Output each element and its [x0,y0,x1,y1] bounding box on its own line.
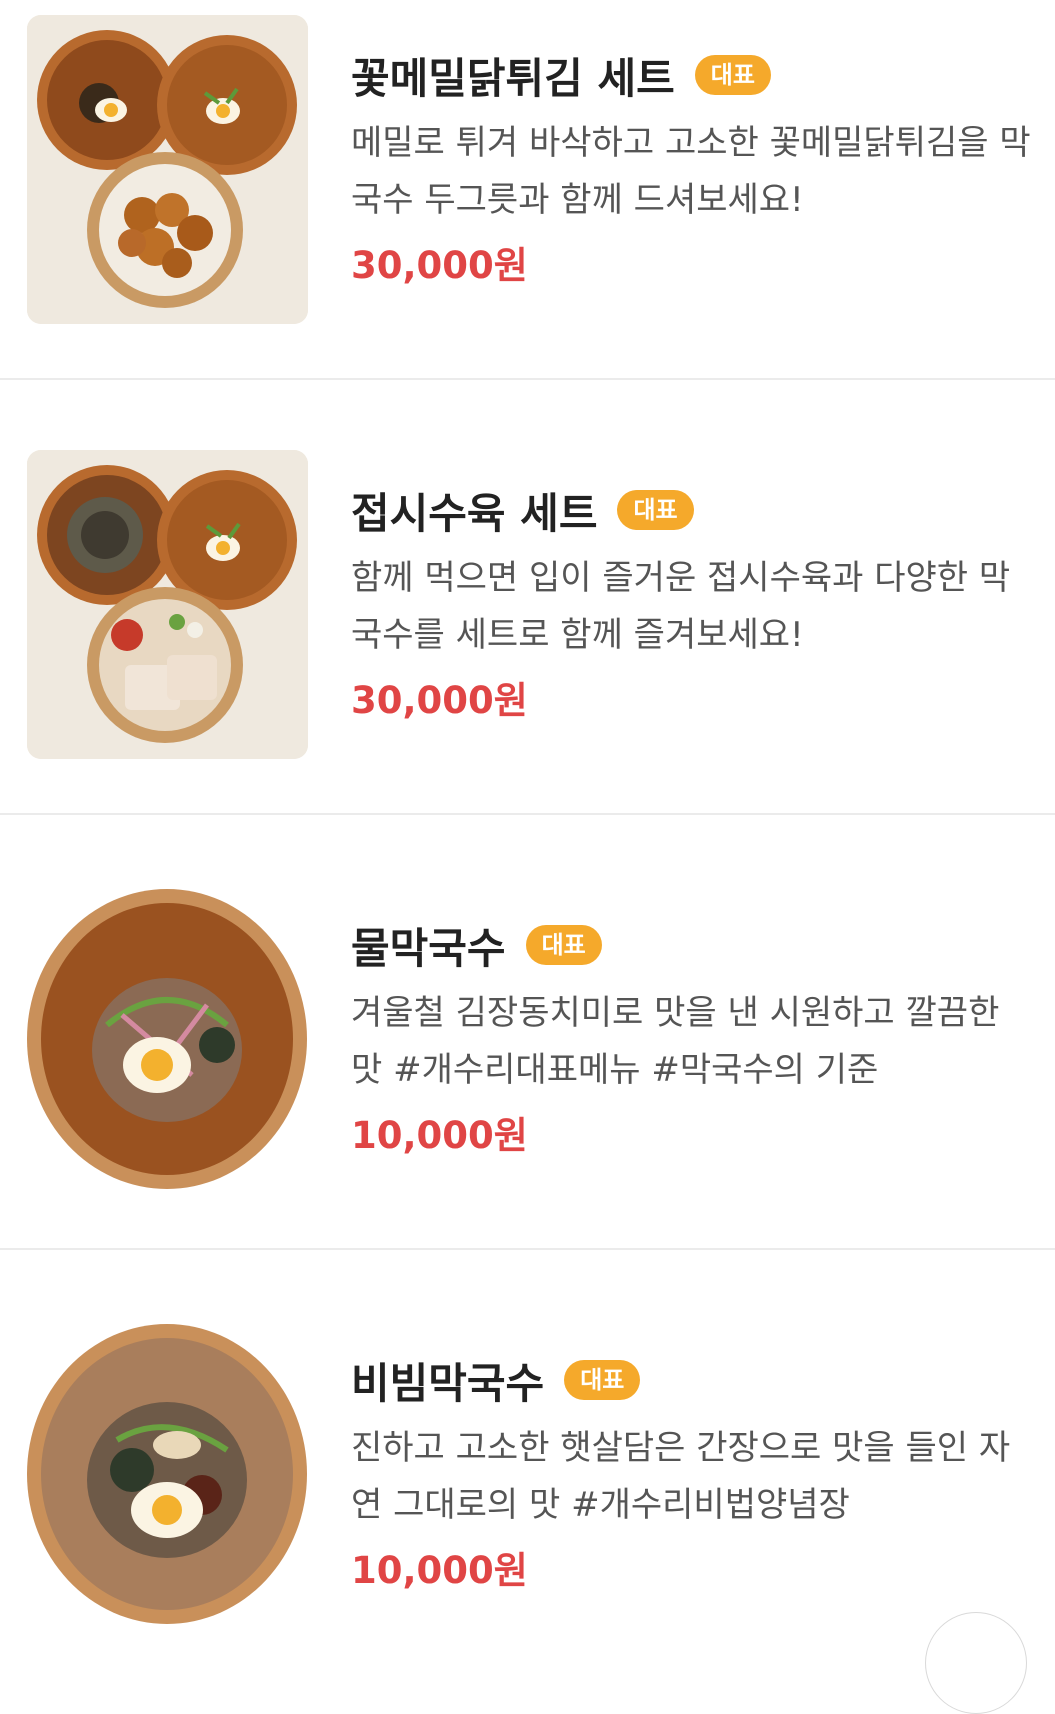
menu-item-title-row: 접시수육 세트 대표 [351,482,694,538]
menu-item-image[interactable] [27,450,308,759]
menu-item-description: 메밀로 튀겨 바삭하고 고소한 꽃메밀닭튀김을 막국수 두그릇과 함께 드셔보세… [351,123,1031,220]
menu-item-title-row: 꽃메밀닭튀김 세트 대표 [351,47,771,103]
menu-item-price: 30,000원 [351,679,528,722]
menu-item-name: 꽃메밀닭튀김 세트 [351,53,675,103]
menu-item-description: 함께 먹으면 입이 즐거운 접시수육과 다양한 막국수를 세트로 함께 즐겨보세… [351,558,1011,655]
menu-item-image[interactable] [27,885,308,1194]
menu-item-description: 진하고 고소한 햇살담은 간장으로 맛을 들인 자연 그대로의 맛 #개수리비법… [351,1428,1011,1525]
signature-badge: 대표 [694,55,771,95]
menu-item-image[interactable] [27,15,308,324]
scroll-to-top-button[interactable] [925,1612,1027,1714]
signature-badge: 대표 [617,490,694,530]
menu-item-price: 10,000원 [351,1114,528,1157]
menu-item-price: 30,000원 [351,244,528,287]
menu-item-price: 10,000원 [351,1549,528,1592]
menu-item-boiled-pork-set[interactable]: 접시수육 세트 대표 함께 먹으면 입이 즐거운 접시수육과 다양한 막국수를 … [0,380,1055,815]
menu-item-name: 물막국수 [351,923,506,973]
menu-item-description: 겨울철 김장동치미로 맛을 낸 시원하고 깔끔한 맛 #개수리대표메뉴 #막국수… [351,993,1000,1090]
menu-item-title-row: 비빔막국수 대표 [351,1352,641,1408]
menu-item-name: 접시수육 세트 [351,488,598,538]
menu-item-cold-buckwheat-noodles[interactable]: 물막국수 대표 겨울철 김장동치미로 맛을 낸 시원하고 깔끔한 맛 #개수리대… [0,815,1055,1250]
signature-badge: 대표 [525,925,602,965]
menu-item-title-row: 물막국수 대표 [351,917,602,973]
menu-item-flower-buckwheat-chicken-set[interactable]: 꽃메밀닭튀김 세트 대표 메밀로 튀겨 바삭하고 고소한 꽃메밀닭튀김을 막국수… [0,0,1055,380]
signature-badge: 대표 [564,1360,641,1400]
menu-item-spicy-buckwheat-noodles[interactable]: 비빔막국수 대표 진하고 고소한 햇살담은 간장으로 맛을 들인 자연 그대로의… [0,1250,1055,1630]
menu-item-name: 비빔막국수 [351,1358,545,1408]
menu-item-image[interactable] [27,1320,308,1629]
